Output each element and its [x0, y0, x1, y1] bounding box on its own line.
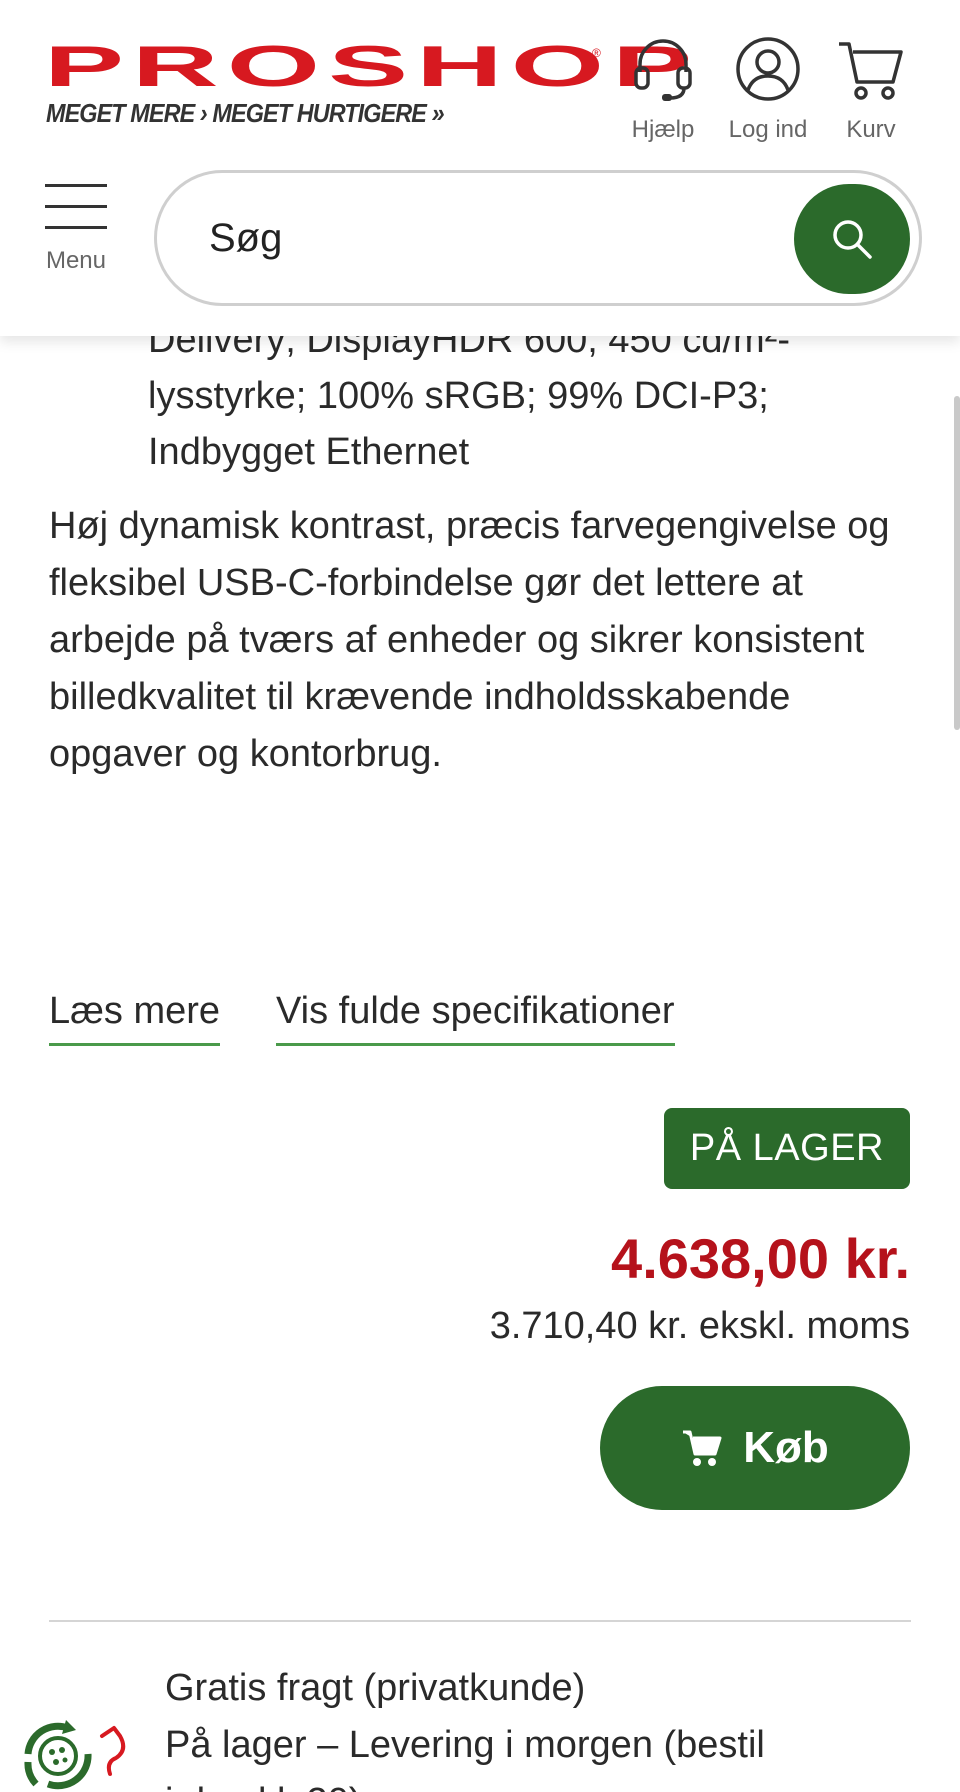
- product-page: Delivery; DisplayHDR 600; 450 cd/m²- lys…: [0, 0, 960, 1792]
- hamburger-icon: [45, 184, 107, 187]
- hamburger-icon: [45, 205, 107, 208]
- delivery-info: Gratis fragt (privatkunde) På lager – Le…: [165, 1660, 925, 1792]
- product-description: Høj dynamisk kontrast, præcis farvegengi…: [49, 505, 890, 775]
- product-price: 4.638,00 kr.: [611, 1227, 910, 1290]
- delivery-line: På lager – Levering i morgen (bestil: [165, 1724, 765, 1766]
- login-label: Log ind: [728, 116, 808, 143]
- cart-button[interactable]: Kurv: [811, 36, 931, 144]
- search-bar: [154, 170, 922, 306]
- buy-button[interactable]: Køb: [600, 1386, 910, 1510]
- menu-label: Menu: [45, 247, 107, 274]
- price-excl-vat: 3.710,40 kr. ekskl. moms: [489, 1305, 910, 1347]
- search-button[interactable]: [794, 184, 910, 294]
- buy-button-label: Køb: [743, 1423, 829, 1472]
- proshop-logo[interactable]: PROSHOP ® MEGET MERE › MEGET HURTIGERE »: [44, 37, 692, 128]
- search-input[interactable]: [207, 201, 727, 275]
- help-button[interactable]: Hjælp: [603, 36, 723, 144]
- read-more-link[interactable]: Læs mere: [49, 990, 221, 1046]
- site-header: PROSHOP ® MEGET MERE › MEGET HURTIGERE »…: [0, 0, 960, 336]
- page-scrollbar[interactable]: [954, 396, 960, 730]
- delivery-line: Gratis fragt (privatkunde): [165, 1667, 586, 1709]
- section-divider: [49, 1620, 911, 1622]
- full-specs-link[interactable]: Vis fulde specifikationer: [276, 990, 675, 1046]
- feature-line: lysstyrke; 100% sRGB; 99% DCI-P3;: [148, 375, 769, 417]
- search-icon: [833, 220, 872, 259]
- hamburger-icon: [45, 226, 107, 229]
- cart-icon: [839, 42, 903, 100]
- cart-label: Kurv: [846, 116, 896, 143]
- login-button[interactable]: Log ind: [708, 36, 828, 144]
- headset-icon: [634, 39, 692, 101]
- help-label: Hjælp: [631, 116, 695, 143]
- feature-line: Indbygget Ethernet: [148, 431, 470, 473]
- stock-status-badge: PÅ LAGER: [663, 1108, 910, 1189]
- feature-list-continuation: Delivery; DisplayHDR 600; 450 cd/m²- lys…: [148, 312, 908, 480]
- user-icon: [736, 37, 800, 101]
- cart-icon: [683, 1430, 722, 1466]
- delivery-line: i dag kl. 20): [165, 1774, 925, 1792]
- logo-registered-mark: ®: [592, 46, 601, 60]
- recycle-delivery-icon: [16, 1714, 134, 1792]
- logo-tagline: MEGET MERE › MEGET HURTIGERE »: [46, 98, 445, 128]
- menu-button[interactable]: Menu: [40, 184, 112, 275]
